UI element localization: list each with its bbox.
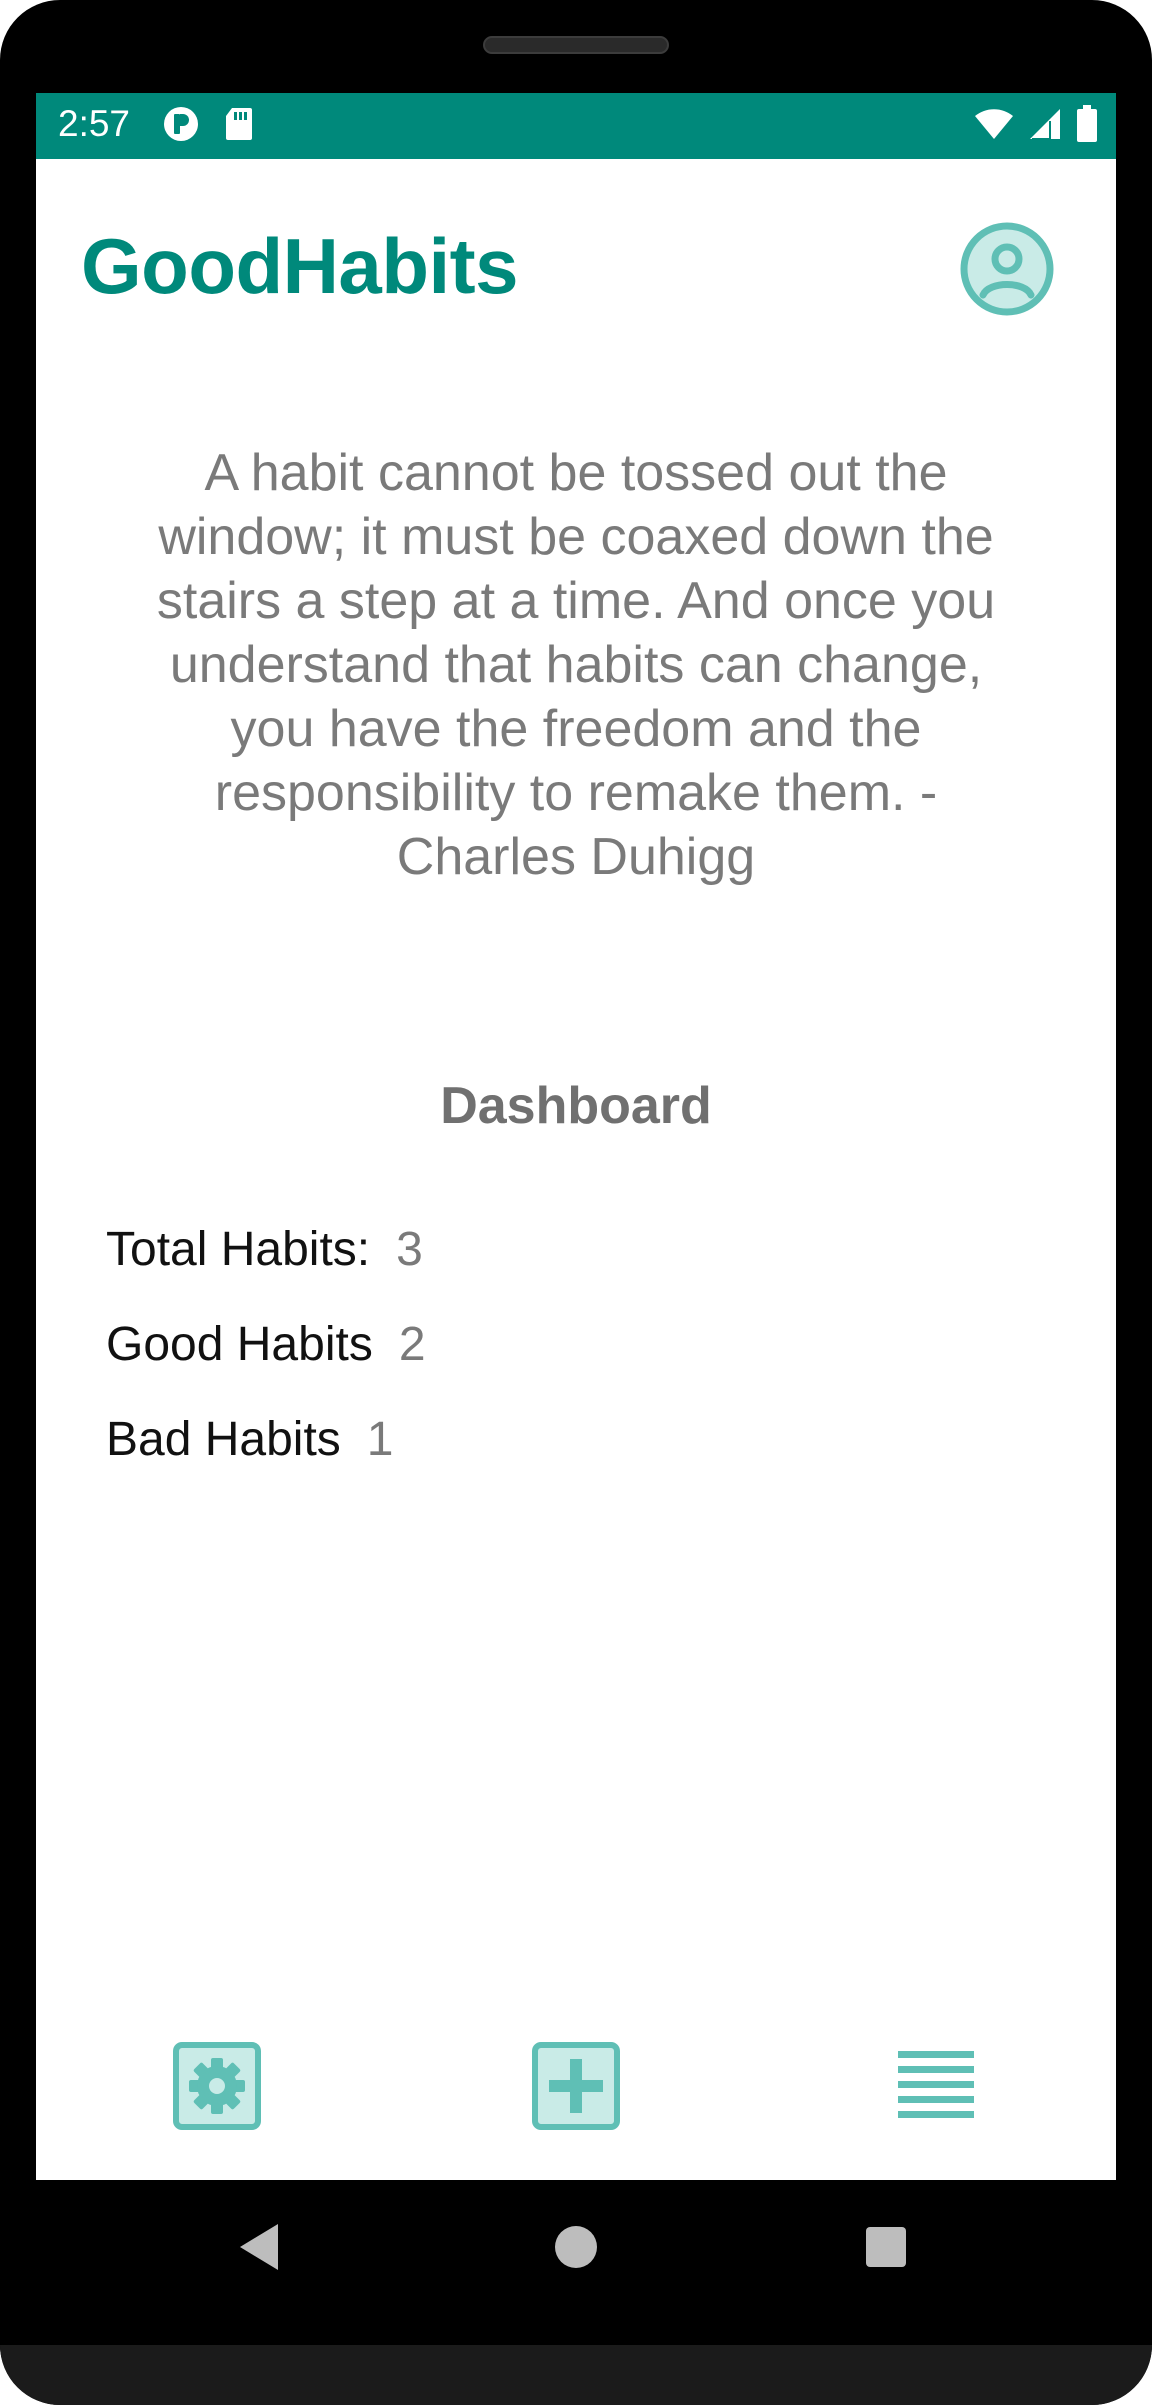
sd-card-icon <box>224 106 254 147</box>
stat-value: 1 <box>366 1413 394 1466</box>
device-chin <box>0 2345 1152 2405</box>
stat-label: Good Habits <box>106 1318 373 1371</box>
status-icons-left <box>162 105 254 148</box>
pocket-icon <box>162 105 200 148</box>
account-circle-icon <box>960 222 1054 316</box>
device-speaker <box>483 36 669 54</box>
cell-signal-icon <box>1028 107 1062 146</box>
home-button[interactable] <box>555 2226 597 2268</box>
status-time: 2:57 <box>58 103 131 144</box>
settings-button[interactable] <box>172 2041 262 2131</box>
status-icons-right <box>974 105 1098 148</box>
battery-icon <box>1076 105 1098 148</box>
stat-label: Bad Habits <box>106 1413 341 1466</box>
back-button[interactable] <box>240 2224 278 2270</box>
add-habit-icon <box>532 2042 620 2130</box>
stat-value: 3 <box>396 1223 423 1276</box>
system-nav-bar <box>0 2180 1152 2350</box>
motivational-quote: A habit cannot be tossed out the window;… <box>156 444 996 886</box>
add-habit-button[interactable] <box>531 2041 621 2131</box>
profile-button[interactable] <box>959 221 1055 317</box>
settings-icon <box>173 2042 261 2130</box>
stat-bad-habits: Bad Habits 1 <box>106 1412 394 1467</box>
stat-label: Total Habits: <box>106 1223 371 1276</box>
stat-good-habits: Good Habits 2 <box>106 1317 426 1372</box>
device-frame: 2:57 GoodHabits A habit cannot be tossed… <box>0 0 1152 2405</box>
dashboard-title: Dashboard <box>440 1077 712 1135</box>
stat-total-habits: Total Habits: 3 <box>106 1222 423 1277</box>
stat-value: 2 <box>398 1318 426 1371</box>
app-title: GoodHabits <box>81 222 519 310</box>
status-bar: 2:57 <box>36 93 1116 159</box>
recent-apps-button[interactable] <box>866 2227 906 2267</box>
habit-list-button[interactable] <box>890 2041 980 2131</box>
wifi-icon <box>974 107 1014 146</box>
app-screen: 2:57 GoodHabits A habit cannot be tossed… <box>36 93 1116 2180</box>
habit-list-icon <box>898 2051 974 2118</box>
